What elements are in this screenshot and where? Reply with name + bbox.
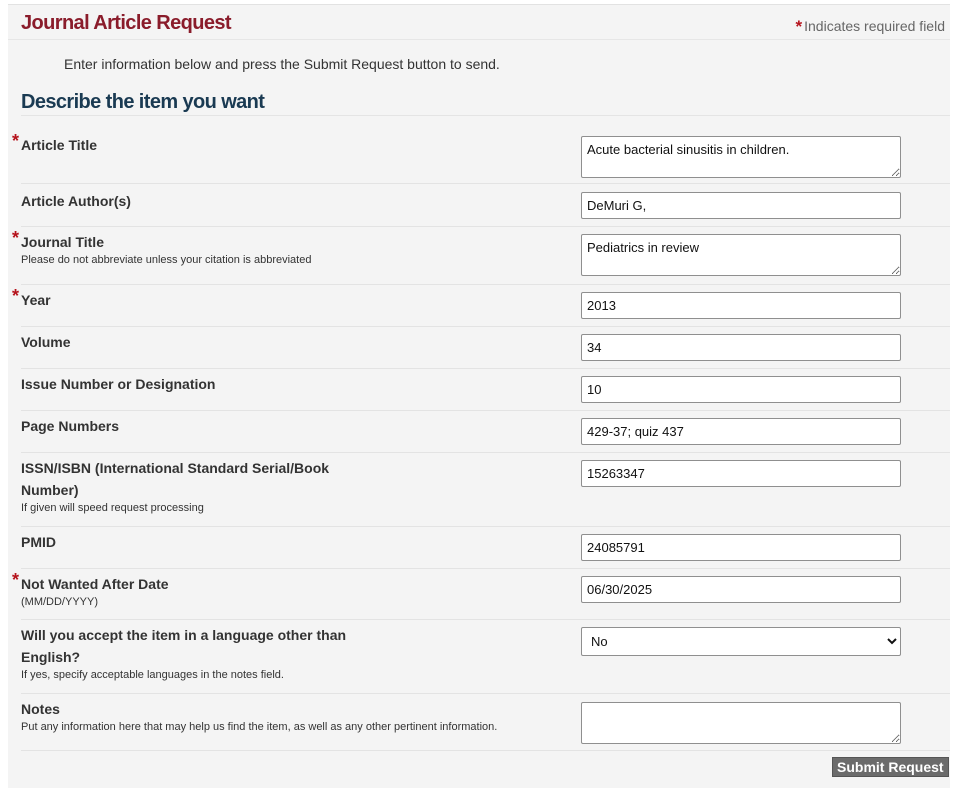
label-article-title: Article Title <box>21 137 97 153</box>
label-pmid: PMID <box>21 534 56 550</box>
row-journal-title: * Journal Title Please do not abbreviate… <box>12 227 950 285</box>
required-star-icon: * <box>795 17 803 36</box>
label-article-title-wrap: * Article Title <box>12 131 351 156</box>
section-divider <box>21 115 950 116</box>
label-issue: Issue Number or Designation <box>21 376 216 392</box>
pmid-field[interactable] <box>581 534 901 561</box>
label-notes: Notes <box>21 701 60 717</box>
journal-title-field[interactable]: Pediatrics in review <box>581 234 901 276</box>
article-title-field[interactable]: Acute bacterial sinusitis in children. <box>581 136 901 178</box>
hint-notes: Put any information here that may help u… <box>21 721 498 733</box>
label-pmid-wrap: PMID <box>21 531 351 553</box>
volume-field[interactable] <box>581 334 901 361</box>
not-wanted-after-field[interactable] <box>581 576 901 603</box>
label-year-wrap: * Year <box>12 286 351 311</box>
article-authors-field[interactable] <box>581 192 901 219</box>
row-volume: Volume <box>21 327 950 369</box>
issue-field[interactable] <box>581 376 901 403</box>
label-language-wrap: Will you accept the item in a language o… <box>21 624 351 682</box>
row-article-title: * Article Title Acute bacterial sinusiti… <box>12 130 950 184</box>
hint-issn: If given will speed request processing <box>21 502 204 514</box>
label-language-line2: English? <box>21 649 81 665</box>
required-star-icon: * <box>12 131 20 151</box>
label-article-authors-wrap: Article Author(s) <box>21 190 351 212</box>
label-volume-wrap: Volume <box>21 331 351 353</box>
label-issn-line2: Number) <box>21 482 79 498</box>
label-language-line1: Will you accept the item in a language o… <box>21 627 347 643</box>
label-issue-wrap: Issue Number or Designation <box>21 373 351 395</box>
page-title: Journal Article Request <box>21 12 232 34</box>
required-star-icon: * <box>12 228 20 248</box>
required-star-icon: * <box>12 570 20 590</box>
language-select[interactable]: No <box>581 627 901 656</box>
required-star-icon: * <box>12 286 20 306</box>
row-year: * Year <box>12 285 950 327</box>
required-note-text: Indicates required field <box>804 18 945 34</box>
year-field[interactable] <box>581 292 901 319</box>
row-not-wanted-after: * Not Wanted After Date (MM/DD/YYYY) <box>12 569 950 620</box>
issn-field[interactable] <box>581 460 901 487</box>
required-field-note: * Indicates required field <box>796 16 946 36</box>
label-page-numbers-wrap: Page Numbers <box>21 415 351 437</box>
label-year: Year <box>21 292 51 308</box>
row-page-numbers: Page Numbers <box>21 411 950 453</box>
label-journal-title: Journal Title <box>21 234 104 250</box>
label-not-wanted-after-wrap: * Not Wanted After Date (MM/DD/YYYY) <box>12 570 351 609</box>
submit-request-button[interactable]: Submit Request <box>832 757 949 777</box>
row-language: Will you accept the item in a language o… <box>21 620 950 694</box>
row-article-authors: Article Author(s) <box>21 184 950 227</box>
request-form-panel: Journal Article Request * Indicates requi… <box>8 4 950 788</box>
notes-field[interactable] <box>581 702 901 744</box>
row-issn: ISSN/ISBN (International Standard Serial… <box>21 453 950 527</box>
hint-journal-title: Please do not abbreviate unless your cit… <box>21 254 312 266</box>
label-issn-line1: ISSN/ISBN (International Standard Serial… <box>21 460 330 476</box>
row-issue: Issue Number or Designation <box>21 369 950 411</box>
intro-text: Enter information below and press the Su… <box>64 56 500 72</box>
label-page-numbers: Page Numbers <box>21 418 120 434</box>
label-notes-wrap: Notes Put any information here that may … <box>21 698 561 734</box>
page-numbers-field[interactable] <box>581 418 901 445</box>
label-volume: Volume <box>21 334 71 350</box>
hint-language: If yes, specify acceptable languages in … <box>21 669 284 681</box>
label-not-wanted-after: Not Wanted After Date <box>21 576 169 592</box>
hint-date-format: (MM/DD/YYYY) <box>21 596 98 608</box>
section-title: Describe the item you want <box>21 91 265 113</box>
row-notes: Notes Put any information here that may … <box>21 694 950 751</box>
label-article-authors: Article Author(s) <box>21 193 131 209</box>
label-journal-title-wrap: * Journal Title Please do not abbreviate… <box>12 228 351 267</box>
label-issn-wrap: ISSN/ISBN (International Standard Serial… <box>21 457 351 515</box>
form-header: Journal Article Request * Indicates requi… <box>8 5 950 40</box>
row-pmid: PMID <box>21 527 950 569</box>
